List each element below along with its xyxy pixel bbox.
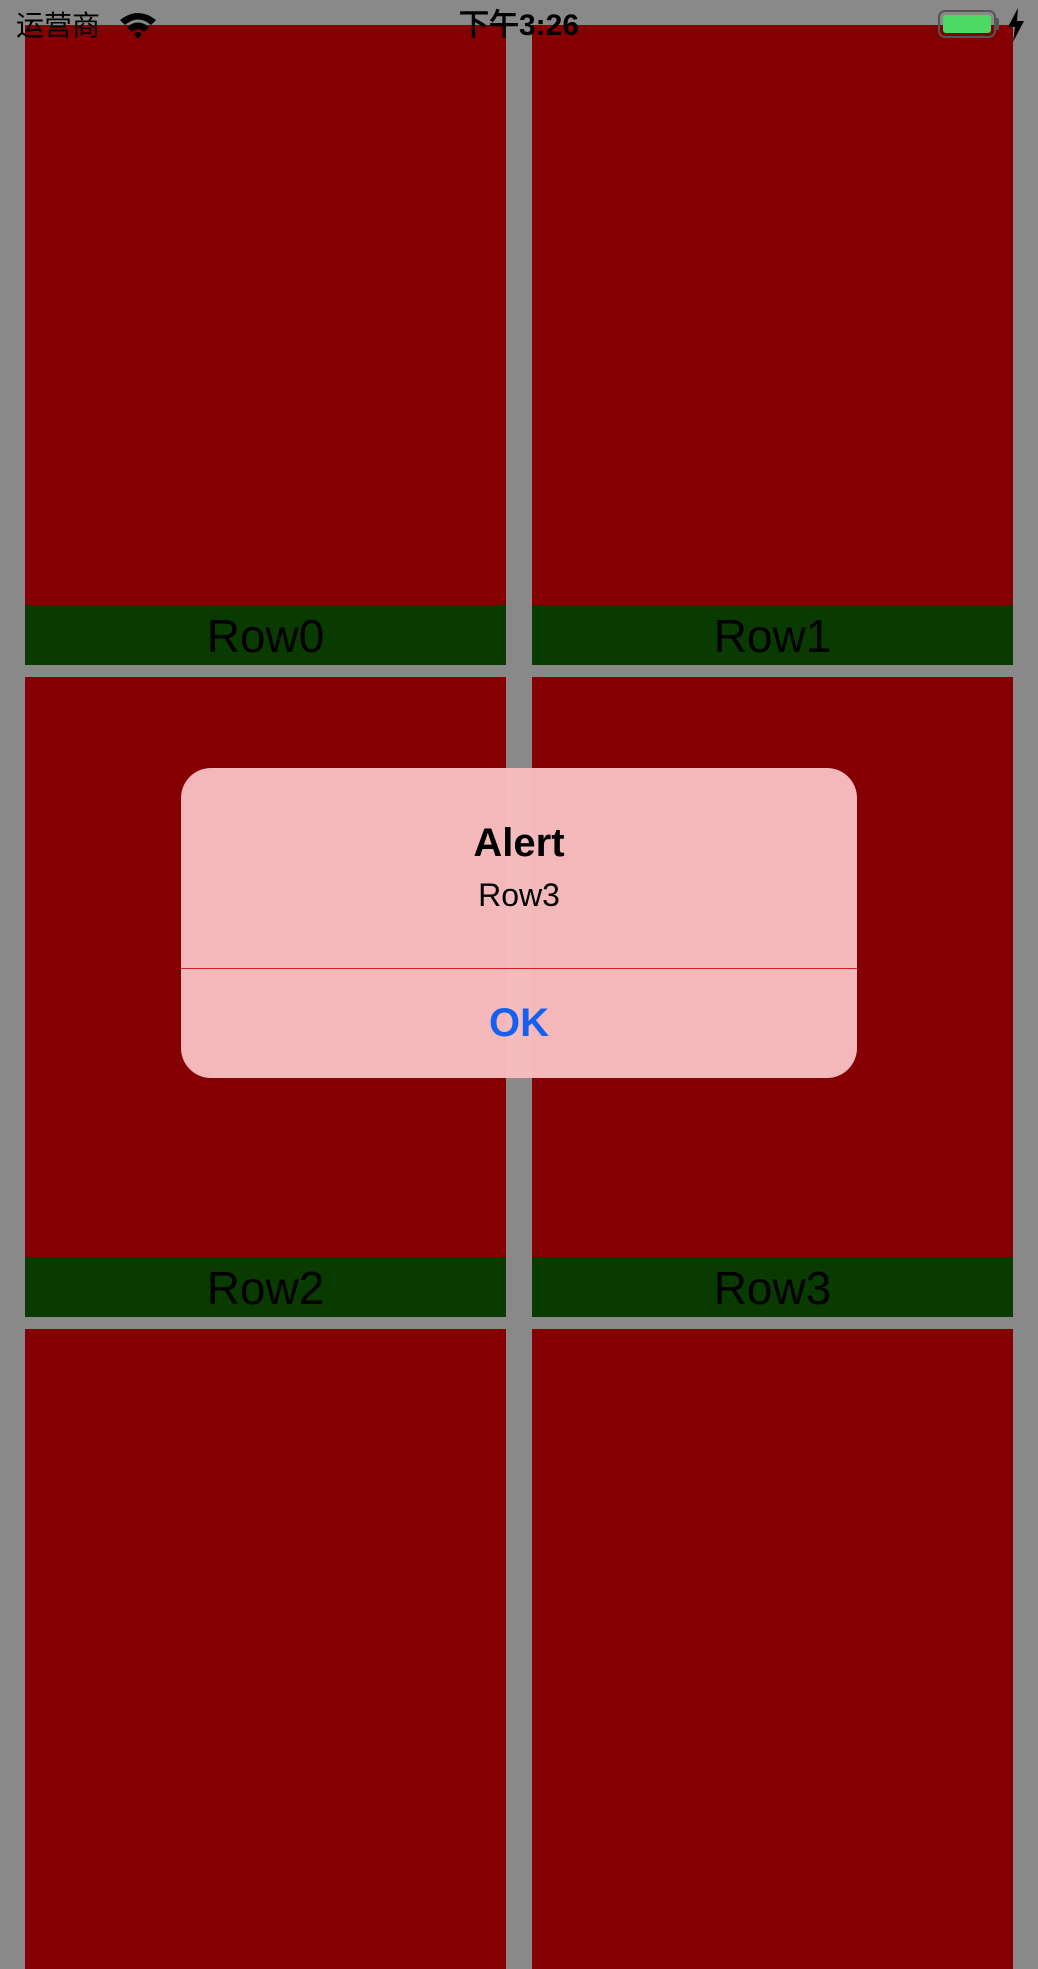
grid-cell[interactable]: Row0 [25, 25, 506, 665]
charging-bolt-icon [1008, 8, 1024, 42]
battery-tip [996, 18, 999, 30]
alert-dialog: Alert Row3 OK [181, 768, 857, 1078]
cell-label: Row0 [25, 605, 506, 665]
cell-label: Row1 [532, 605, 1013, 665]
ok-button[interactable]: OK [181, 969, 857, 1078]
grid-cell[interactable]: Row1 [532, 25, 1013, 665]
status-bar: 运营商 下午3:26 [0, 0, 1038, 50]
alert-message: Row3 [478, 877, 560, 913]
alert-title: Alert [473, 821, 565, 865]
clock: 下午3:26 [458, 9, 580, 42]
battery-icon [938, 10, 996, 38]
cell-label: Row2 [25, 1257, 506, 1317]
battery-level [943, 15, 991, 33]
grid-cell[interactable] [25, 1329, 506, 1969]
grid-cell[interactable] [532, 1329, 1013, 1969]
cell-label: Row3 [532, 1257, 1013, 1317]
